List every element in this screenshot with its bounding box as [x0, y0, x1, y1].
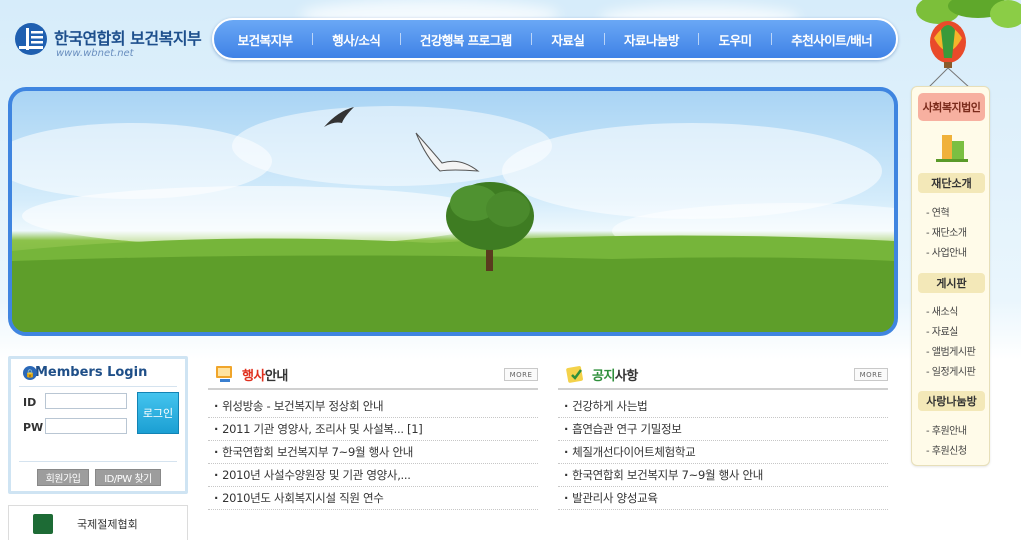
login-title-text: Members Login: [35, 365, 148, 380]
event-board-title: 행사안내: [242, 369, 288, 384]
hot-air-balloon-icon: [927, 21, 971, 89]
quick-link-archive[interactable]: - 자료실: [926, 323, 958, 338]
event-more-button[interactable]: MORE: [504, 368, 538, 381]
monitor-icon: [216, 366, 232, 382]
pw-input[interactable]: [45, 418, 127, 434]
site-logo[interactable]: 한국연합회 보건복지부 www.wbnet.net: [14, 22, 204, 62]
event-list: 위성방송 - 보건복지부 정상회 안내 2011 기관 영양사, 조리사 및 사…: [208, 395, 538, 510]
pw-label: PW: [23, 421, 44, 434]
nav-separator: [311, 33, 313, 45]
partner-banner[interactable]: 국제절제협회: [8, 505, 188, 540]
list-item[interactable]: 위성방송 - 보건복지부 정상회 안내: [208, 395, 538, 418]
list-item[interactable]: 발관리사 양성교육: [558, 487, 888, 510]
quick-link-donation-info[interactable]: - 후원안내: [926, 422, 967, 437]
quick-section-foundation-intro[interactable]: 재단소개: [918, 173, 985, 193]
landscape-illustration: [12, 106, 894, 332]
quick-section-love-sharing[interactable]: 사랑나눔방: [918, 391, 985, 411]
list-item[interactable]: 한국연합회 보건복지부 7~9월 행사 안내: [558, 464, 888, 487]
notice-list: 건강하게 사는법 흡연습관 연구 기밀정보 체질개선다이어트체험학교 한국연합회…: [558, 395, 888, 510]
nav-item-archive[interactable]: 자료실: [551, 30, 585, 49]
find-id-pw-button[interactable]: ID/PW 찾기: [95, 469, 161, 486]
nav-separator: [399, 33, 401, 45]
building-icon: [936, 135, 968, 162]
quick-link-donation-apply[interactable]: - 후원신청: [926, 442, 967, 457]
lock-icon: 🔒: [23, 366, 37, 380]
nav-separator: [603, 33, 605, 45]
logo-url: www.wbnet.net: [56, 48, 134, 59]
list-item[interactable]: 흡연습관 연구 기밀정보: [558, 418, 888, 441]
quick-menu-foundation[interactable]: 사회복지법인: [918, 93, 985, 121]
list-item[interactable]: 체질개선다이어트체험학교: [558, 441, 888, 464]
main-navigation: 보건복지부 행사/소식 건강행복 프로그램 자료실 자료나눔방 도우미 추천사이…: [212, 18, 898, 60]
nav-separator: [698, 33, 700, 45]
quick-link-album[interactable]: - 앨범게시판: [926, 343, 976, 358]
login-title: 🔒 Members Login: [23, 365, 148, 380]
list-item[interactable]: 한국연합회 보건복지부 7~9월 행사 안내: [208, 441, 538, 464]
join-button[interactable]: 회원가입: [37, 469, 89, 486]
quick-section-board[interactable]: 게시판: [918, 273, 985, 293]
note-icon: [566, 366, 583, 383]
quick-link-news[interactable]: - 새소식: [926, 303, 958, 318]
nav-item-recommended-sites[interactable]: 추천사이트/배너: [791, 30, 873, 49]
quick-link-schedule[interactable]: - 일정게시판: [926, 363, 976, 378]
divider: [558, 388, 888, 390]
nav-separator: [531, 33, 533, 45]
nav-item-health-program[interactable]: 건강행복 프로그램: [420, 30, 512, 49]
divider: [208, 388, 538, 390]
id-input[interactable]: [45, 393, 127, 409]
hero-banner: [8, 87, 898, 336]
nav-item-events[interactable]: 행사/소식: [332, 30, 381, 49]
id-label: ID: [23, 396, 37, 409]
list-item[interactable]: 2010년 사설수양원장 및 기관 영양사,...: [208, 464, 538, 487]
divider: [19, 461, 177, 462]
list-item[interactable]: 2010년도 사회복지시설 직원 연수: [208, 487, 538, 510]
nav-separator: [770, 33, 772, 45]
members-login-box: 🔒 Members Login ID PW 로그인 회원가입 ID/PW 찾기: [8, 356, 188, 494]
quick-link-foundation[interactable]: - 재단소개: [926, 224, 967, 239]
quick-link-history[interactable]: - 연혁: [926, 204, 950, 219]
quick-link-business[interactable]: - 사업안내: [926, 244, 967, 259]
nav-item-sharing-room[interactable]: 자료나눔방: [624, 30, 680, 49]
list-item[interactable]: 건강하게 사는법: [558, 395, 888, 418]
notice-board-title: 공지사항: [592, 369, 638, 384]
partner-name: 국제절제협회: [77, 518, 138, 531]
divider: [19, 386, 177, 387]
logo-emblem-icon: [15, 23, 47, 55]
login-button[interactable]: 로그인: [137, 392, 179, 434]
list-item[interactable]: 2011 기관 영양사, 조리사 및 사설복... [1]: [208, 418, 538, 441]
partner-logo-icon: [33, 514, 53, 534]
nav-item-helper[interactable]: 도우미: [719, 30, 753, 49]
notice-more-button[interactable]: MORE: [854, 368, 888, 381]
nav-item-ministry[interactable]: 보건복지부: [238, 30, 294, 49]
logo-title: 한국연합회 보건복지부: [54, 29, 202, 48]
quick-menu: 사회복지법인 재단소개 - 연혁 - 재단소개 - 사업안내 게시판 - 새소식…: [911, 86, 990, 466]
